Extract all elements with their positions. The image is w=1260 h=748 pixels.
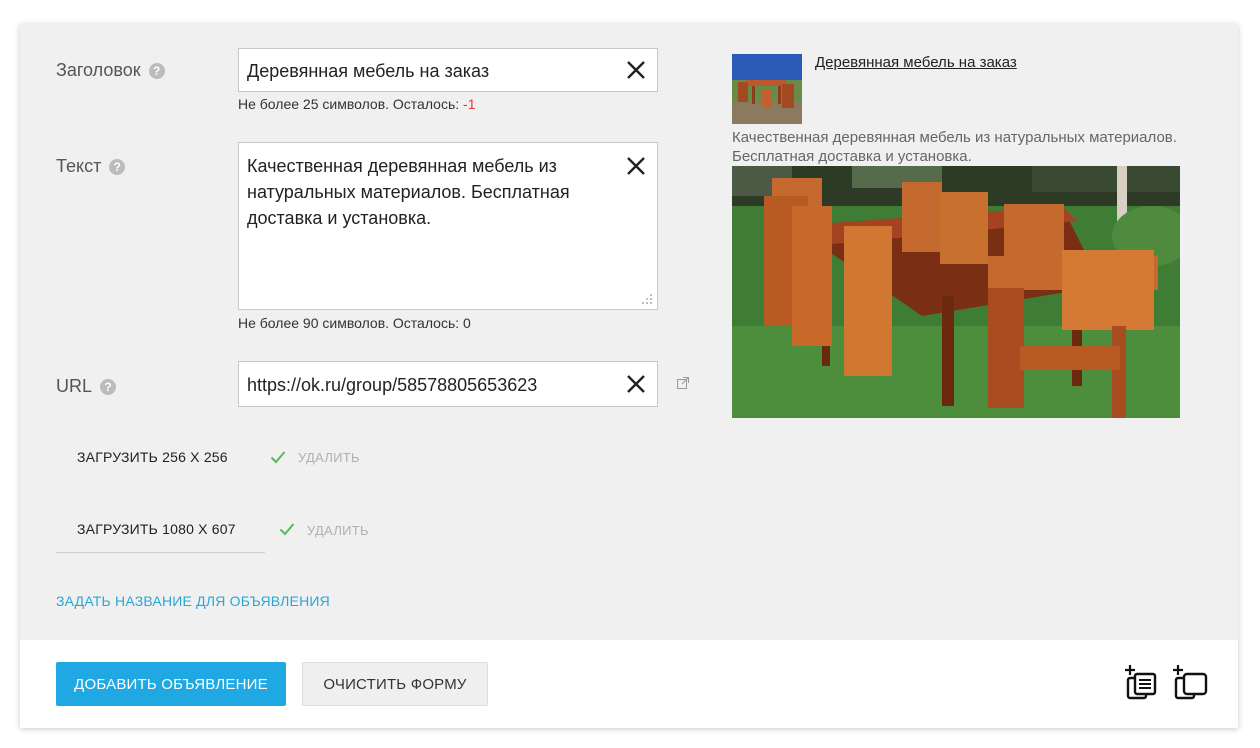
title-hint: Не более 25 символов. Осталось: -1 [238, 96, 475, 112]
external-link-icon[interactable] [676, 376, 690, 390]
resize-grip-icon[interactable] [641, 293, 653, 305]
text-label-row: Текст ? [56, 156, 126, 177]
title-input[interactable]: Деревянная мебель на заказ [238, 48, 658, 92]
text-hint: Не более 90 символов. Осталось: 0 [238, 315, 471, 331]
upload-256-button[interactable]: ЗАГРУЗИТЬ 256 X 256 [77, 449, 228, 465]
check-icon [270, 451, 286, 464]
ad-form-card: Заголовок ? Деревянная мебель на заказ Н… [20, 24, 1238, 728]
preview-text: Качественная деревянная мебель из натура… [732, 129, 1177, 165]
text-textarea[interactable]: Качественная деревянная мебель из натура… [238, 142, 658, 310]
close-icon[interactable] [625, 59, 647, 81]
add-copy-icon[interactable] [1172, 664, 1208, 700]
check-icon [279, 523, 295, 536]
url-label: URL [56, 376, 93, 396]
url-input-value: https://ok.ru/group/58578805653623 [247, 375, 538, 395]
close-icon[interactable] [625, 373, 647, 395]
upload-1080-button[interactable]: ЗАГРУЗИТЬ 1080 X 607 [77, 521, 236, 537]
title-input-value: Деревянная мебель на заказ [247, 61, 490, 81]
preview-image [732, 166, 1180, 418]
preview-thumbnail [732, 54, 802, 124]
add-ad-button[interactable]: ДОБАВИТЬ ОБЪЯВЛЕНИЕ [56, 662, 286, 706]
help-icon[interactable]: ? [148, 62, 165, 79]
help-icon[interactable]: ? [100, 378, 117, 395]
clear-form-button[interactable]: ОЧИСТИТЬ ФОРМУ [302, 662, 488, 706]
delete-1080-button[interactable]: УДАЛИТЬ [307, 523, 369, 538]
help-icon[interactable]: ? [109, 158, 126, 175]
title-hint-remaining: -1 [463, 96, 476, 112]
title-hint-text: Не более 25 символов. Осталось: [238, 96, 460, 112]
upload-1080-underline [56, 552, 265, 553]
url-input[interactable]: https://ok.ru/group/58578805653623 [238, 361, 658, 407]
text-label: Текст [56, 156, 102, 176]
url-label-row: URL ? [56, 376, 117, 397]
delete-256-button[interactable]: УДАЛИТЬ [298, 450, 360, 465]
title-label-row: Заголовок ? [56, 60, 165, 81]
close-icon[interactable] [625, 155, 647, 177]
text-textarea-value: Качественная деревянная мебель из натура… [247, 156, 570, 228]
preview-title-link[interactable]: Деревянная мебель на заказ [815, 54, 1017, 71]
add-ad-icon[interactable] [1124, 664, 1158, 700]
set-ad-name-link[interactable]: ЗАДАТЬ НАЗВАНИЕ ДЛЯ ОБЪЯВЛЕНИЯ [56, 593, 330, 609]
title-label: Заголовок [56, 60, 141, 80]
